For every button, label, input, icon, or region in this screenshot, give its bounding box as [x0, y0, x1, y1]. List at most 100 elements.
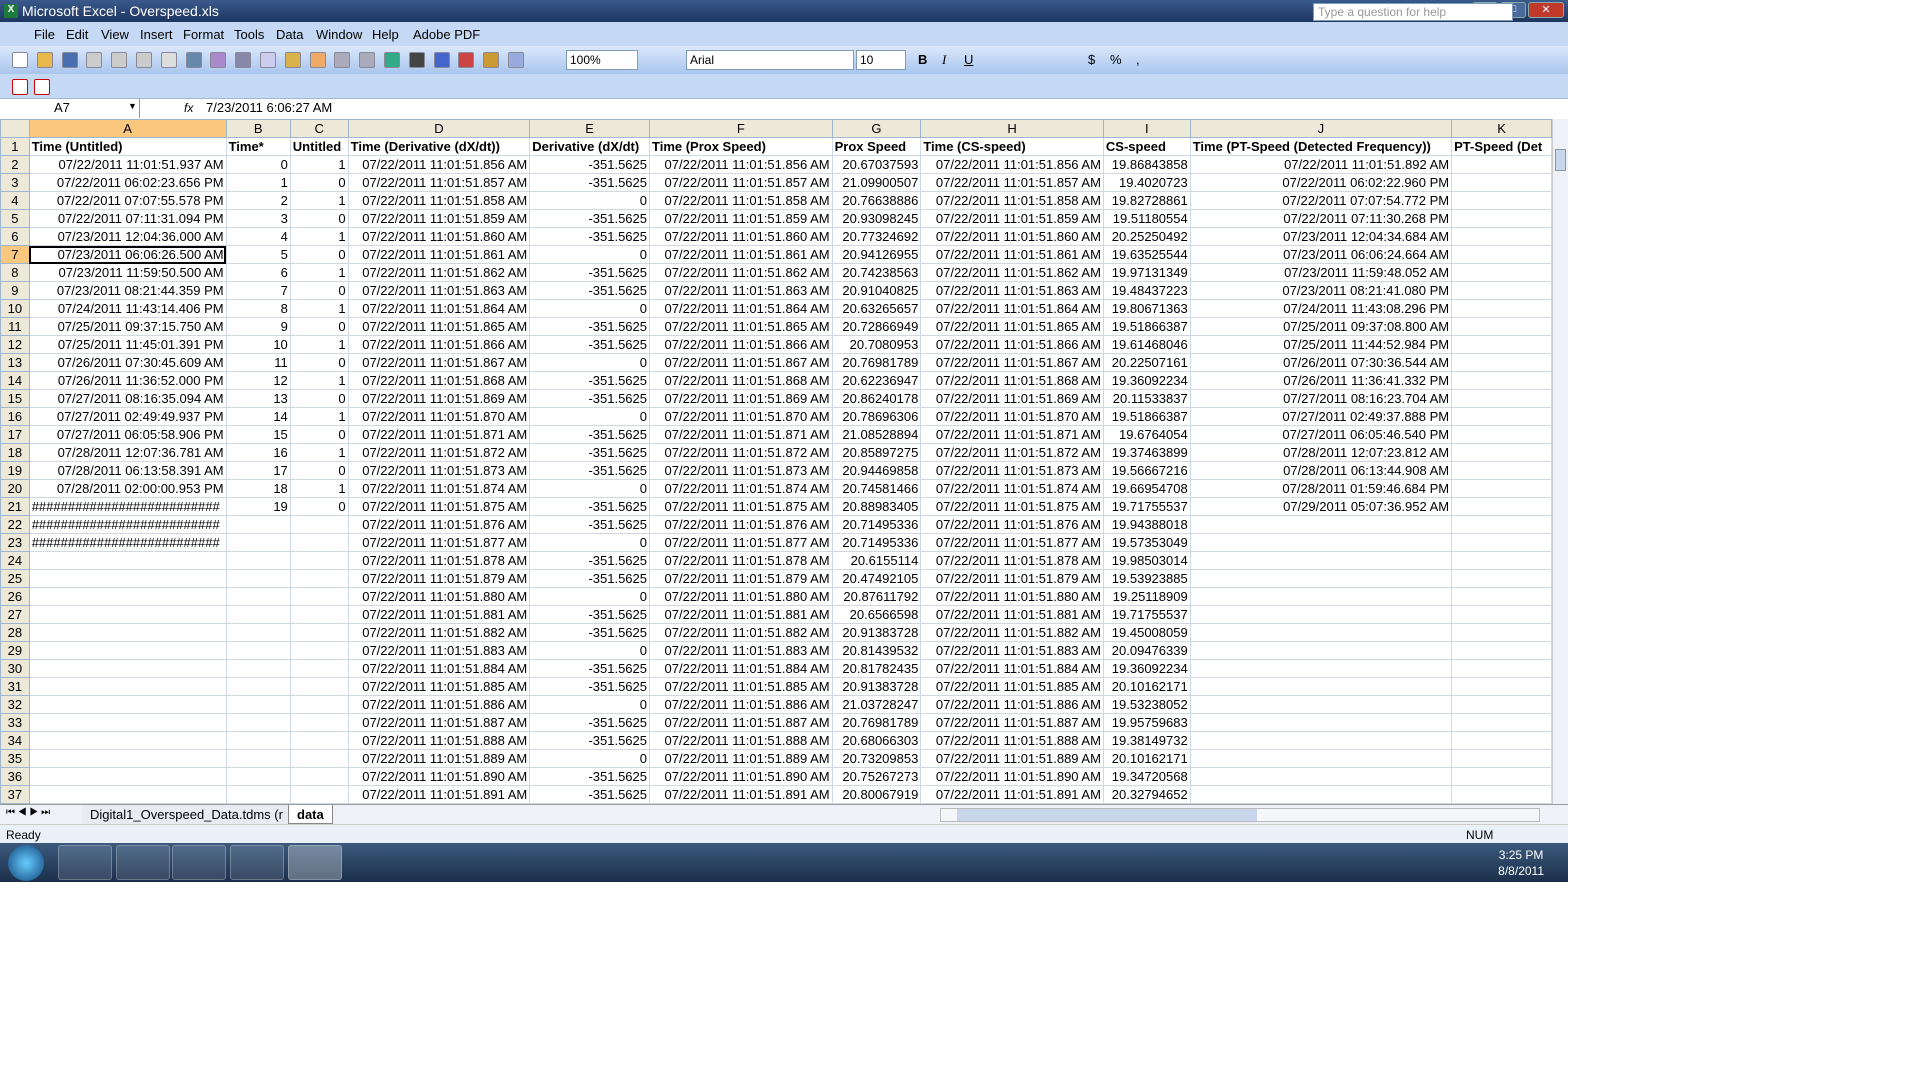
cell-H31[interactable]: 07/22/2011 11:01:51.885 AM	[920, 677, 1104, 696]
column-header-H[interactable]: H	[920, 119, 1104, 138]
cell-A3[interactable]: 07/22/2011 06:02:23.656 PM	[28, 173, 227, 192]
cell-A2[interactable]: 07/22/2011 11:01:51.937 AM	[28, 155, 227, 174]
cell-I4[interactable]: 19.82728861	[1102, 191, 1191, 210]
cell-C26[interactable]	[289, 587, 349, 606]
cell-D5[interactable]: 07/22/2011 11:01:51.859 AM	[347, 209, 531, 228]
cell-A33[interactable]	[28, 713, 227, 732]
cell-I25[interactable]: 19.53923885	[1102, 569, 1191, 588]
cell-F33[interactable]: 07/22/2011 11:01:51.887 AM	[649, 713, 833, 732]
cell-E9[interactable]: -351.5625	[529, 281, 650, 300]
cell-F15[interactable]: 07/22/2011 11:01:51.869 AM	[649, 389, 833, 408]
cell-E17[interactable]: -351.5625	[529, 425, 650, 444]
cell-J36[interactable]	[1189, 767, 1453, 786]
row-header[interactable]: 11	[0, 317, 30, 336]
cell-K27[interactable]	[1451, 605, 1552, 624]
cell-A4[interactable]: 07/22/2011 07:07:55.578 PM	[28, 191, 227, 210]
font-size-select[interactable]: 10	[856, 50, 906, 70]
cell-D19[interactable]: 07/22/2011 11:01:51.873 AM	[347, 461, 531, 480]
vertical-scrollbar[interactable]	[1552, 119, 1568, 804]
column-header-D[interactable]: D	[347, 119, 531, 138]
cell-E22[interactable]: -351.5625	[529, 515, 650, 534]
cell-J5[interactable]: 07/22/2011 07:11:30.268 PM	[1189, 209, 1453, 228]
cell-E10[interactable]: 0	[529, 299, 650, 318]
cell-E11[interactable]: -351.5625	[529, 317, 650, 336]
cell-B30[interactable]	[225, 659, 291, 678]
cell-A13[interactable]: 07/26/2011 07:30:45.609 AM	[28, 353, 227, 372]
cell-J4[interactable]: 07/22/2011 07:07:54.772 PM	[1189, 191, 1453, 210]
row-header[interactable]: 7	[0, 245, 30, 264]
cell-F19[interactable]: 07/22/2011 11:01:51.873 AM	[649, 461, 833, 480]
cell-D3[interactable]: 07/22/2011 11:01:51.857 AM	[347, 173, 531, 192]
cell-D33[interactable]: 07/22/2011 11:01:51.887 AM	[347, 713, 531, 732]
cell-I32[interactable]: 19.53238052	[1102, 695, 1191, 714]
cell-K16[interactable]	[1451, 407, 1552, 426]
cell-K12[interactable]	[1451, 335, 1552, 354]
cell-E13[interactable]: 0	[529, 353, 650, 372]
column-header-A[interactable]: A	[28, 119, 227, 138]
column-header-I[interactable]: I	[1102, 119, 1191, 138]
cell-H16[interactable]: 07/22/2011 11:01:51.870 AM	[920, 407, 1104, 426]
cell-H23[interactable]: 07/22/2011 11:01:51.877 AM	[920, 533, 1104, 552]
cell-D10[interactable]: 07/22/2011 11:01:51.864 AM	[347, 299, 531, 318]
pdf-create-icon[interactable]	[12, 79, 28, 95]
cell-E29[interactable]: 0	[529, 641, 650, 660]
cell-A22[interactable]: ##########################	[28, 515, 227, 534]
cell-H7[interactable]: 07/22/2011 11:01:51.861 AM	[920, 245, 1104, 264]
cell-H1[interactable]: Time (CS-speed)	[920, 137, 1104, 156]
cell-E19[interactable]: -351.5625	[529, 461, 650, 480]
row-header[interactable]: 32	[0, 695, 30, 714]
cell-F23[interactable]: 07/22/2011 11:01:51.877 AM	[649, 533, 833, 552]
cell-D34[interactable]: 07/22/2011 11:01:51.888 AM	[347, 731, 531, 750]
cell-G35[interactable]: 20.73209853	[831, 749, 922, 768]
cell-I2[interactable]: 19.86843858	[1102, 155, 1191, 174]
cell-J23[interactable]	[1189, 533, 1453, 552]
cell-D9[interactable]: 07/22/2011 11:01:51.863 AM	[347, 281, 531, 300]
cell-C12[interactable]: 1	[289, 335, 349, 354]
cell-D31[interactable]: 07/22/2011 11:01:51.885 AM	[347, 677, 531, 696]
menu-tools[interactable]: Tools	[234, 27, 264, 42]
cell-B4[interactable]: 2	[225, 191, 291, 210]
cell-F3[interactable]: 07/22/2011 11:01:51.857 AM	[649, 173, 833, 192]
row-header[interactable]: 24	[0, 551, 30, 570]
research-icon[interactable]	[210, 52, 227, 68]
cell-C14[interactable]: 1	[289, 371, 349, 390]
cell-E12[interactable]: -351.5625	[529, 335, 650, 354]
row-header[interactable]: 13	[0, 353, 30, 372]
cell-C7[interactable]: 0	[289, 245, 349, 264]
clock[interactable]: 3:25 PM 8/8/2011	[1498, 847, 1544, 879]
cell-B34[interactable]	[225, 731, 291, 750]
cell-H6[interactable]: 07/22/2011 11:01:51.860 AM	[920, 227, 1104, 246]
cell-K36[interactable]	[1451, 767, 1552, 786]
cell-J33[interactable]	[1189, 713, 1453, 732]
cell-A19[interactable]: 07/28/2011 06:13:58.391 AM	[28, 461, 227, 480]
cell-C29[interactable]	[289, 641, 349, 660]
cell-K31[interactable]	[1451, 677, 1552, 696]
cell-A11[interactable]: 07/25/2011 09:37:15.750 AM	[28, 317, 227, 336]
cell-I1[interactable]: CS-speed	[1102, 137, 1191, 156]
cell-I30[interactable]: 19.36092234	[1102, 659, 1191, 678]
cell-J14[interactable]: 07/26/2011 11:36:41.332 PM	[1189, 371, 1453, 390]
cell-F34[interactable]: 07/22/2011 11:01:51.888 AM	[649, 731, 833, 750]
cell-G16[interactable]: 20.78696306	[831, 407, 922, 426]
cell-F12[interactable]: 07/22/2011 11:01:51.866 AM	[649, 335, 833, 354]
cell-E7[interactable]: 0	[529, 245, 650, 264]
cell-B6[interactable]: 4	[225, 227, 291, 246]
cell-J25[interactable]	[1189, 569, 1453, 588]
cell-G32[interactable]: 21.03728247	[831, 695, 922, 714]
cell-C15[interactable]: 0	[289, 389, 349, 408]
cell-B14[interactable]: 12	[225, 371, 291, 390]
cell-A8[interactable]: 07/23/2011 11:59:50.500 AM	[28, 263, 227, 282]
cell-H9[interactable]: 07/22/2011 11:01:51.863 AM	[920, 281, 1104, 300]
media-player-icon[interactable]	[172, 845, 226, 880]
cell-J1[interactable]: Time (PT-Speed (Detected Frequency))	[1189, 137, 1453, 156]
cell-E2[interactable]: -351.5625	[529, 155, 650, 174]
cell-A25[interactable]	[28, 569, 227, 588]
cell-C17[interactable]: 0	[289, 425, 349, 444]
cell-A1[interactable]: Time (Untitled)	[28, 137, 227, 156]
cell-J32[interactable]	[1189, 695, 1453, 714]
cell-D13[interactable]: 07/22/2011 11:01:51.867 AM	[347, 353, 531, 372]
cell-E32[interactable]: 0	[529, 695, 650, 714]
sheet-tab-data[interactable]: data	[288, 805, 333, 824]
cell-C21[interactable]: 0	[289, 497, 349, 516]
cell-J35[interactable]	[1189, 749, 1453, 768]
